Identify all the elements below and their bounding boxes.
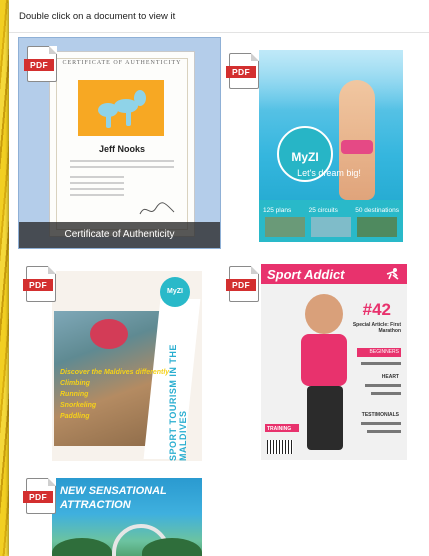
document-tile-attraction[interactable]: PDF NEW SENSATIONAL ATTRACTION [18,470,219,556]
pdf-file-icon: PDF [226,266,259,302]
issue-number: #42 [362,300,391,319]
divider [9,32,429,33]
stat: 25 circuits [308,207,338,214]
stats-row: 125 plans 25 circuits 50 destinations [263,207,399,214]
feature-list: Discover the Maldives differently Climbi… [60,369,170,420]
vertical-title: SPORT TOURISM IN THE MALDIVES [168,344,188,461]
runner-icon [386,268,399,280]
pdf-file-icon: PDF [24,46,57,82]
document-thumbnail: CERTIFICATE OF AUTHENTICITY Jeff Nooks [49,51,195,237]
pdf-label: PDF [24,59,54,71]
pdf-label: PDF [226,66,256,78]
certificate-heading: CERTIFICATE OF AUTHENTICITY [62,60,182,66]
pdf-label: PDF [23,279,53,291]
document-picker-panel: Double click on a document to view it PD… [9,0,429,556]
certificate-photo [78,80,164,136]
pdf-file-icon: PDF [23,266,56,302]
document-thumbnail: Discover the Maldives differently Climbi… [52,271,202,461]
document-caption: Certificate of Authenticity [19,222,220,248]
stat: 125 plans [263,207,292,214]
pdf-label: PDF [226,279,256,291]
magazine-masthead: Sport Addict [267,267,345,282]
brand-logo-text: MyZI [291,150,319,164]
pdf-label: PDF [23,491,53,503]
instruction-text: Double click on a document to view it [19,11,176,22]
barcode [267,440,293,454]
headline: NEW SENSATIONAL ATTRACTION [60,485,167,511]
slogan: Let's dream big! [297,168,361,178]
document-tile-sport-addict[interactable]: PDF Sport Addict #42 Special Article: Fi… [225,258,415,466]
certificate-name: Jeff Nooks [98,144,145,154]
stat: 50 destinations [355,207,399,214]
pdf-file-icon: PDF [23,478,56,514]
document-tile-travel[interactable]: PDF MyZI Let's dream big! 125 plans 25 c… [225,37,415,249]
document-thumbnail: NEW SENSATIONAL ATTRACTION [52,478,202,556]
signature-icon [139,202,175,215]
document-thumbnail: Sport Addict #42 Special Article: First … [261,264,407,460]
document-tile-maldives[interactable]: PDF Discover the Maldives differently Cl… [18,258,219,466]
document-tile-certificate[interactable]: PDF CERTIFICATE OF AUTHENTICITY Jeff Noo… [18,37,221,249]
document-thumbnail: MyZI Let's dream big! 125 plans 25 circu… [259,50,403,242]
pdf-file-icon: PDF [226,53,259,89]
